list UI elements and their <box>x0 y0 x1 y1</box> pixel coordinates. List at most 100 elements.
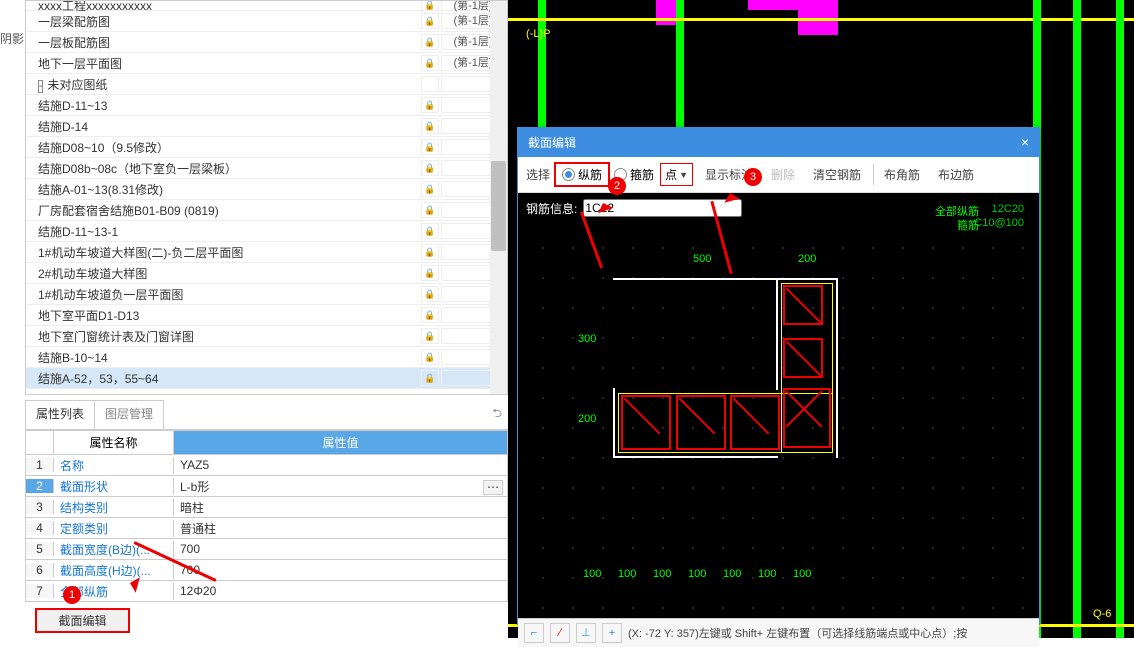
lock-icon[interactable] <box>421 181 439 197</box>
property-panel: 属性列表 图层管理 ⮌ 属性名称 属性值 1 名称 YAZ52 截面形状 L-b… <box>25 400 508 602</box>
scroll-thumb[interactable] <box>491 161 506 251</box>
status-text: (X: -72 Y: 357)左键或 Shift+ 左键布置（可选择线筋端点或中… <box>628 625 967 641</box>
prop-row[interactable]: 5 截面宽度(B边)(... 700 <box>25 539 508 560</box>
tree-row[interactable]: 结施B-10~14 <box>26 347 507 368</box>
row-num: 2 <box>26 479 54 493</box>
tree-row[interactable]: 结施D-14 <box>26 116 507 137</box>
tree-label: 结施D08~10（9.5修改） <box>30 139 421 156</box>
tree-row[interactable]: 1#机动车坡道大样图(二)-负二层平面图 <box>26 242 507 263</box>
toolbar-clear[interactable]: 清空钢筋 <box>807 164 867 185</box>
lock-icon[interactable] <box>421 13 439 29</box>
rebar-info-label: 钢筋信息: <box>526 200 577 217</box>
prop-value[interactable]: 暗柱 <box>174 499 507 516</box>
outline-vert <box>776 278 778 390</box>
tree-row[interactable]: 结施D08b~08c（地下室负一层梁板） <box>26 158 507 179</box>
tab-properties[interactable]: 属性列表 <box>25 400 95 429</box>
tree-row[interactable]: 地下室平面D1-D13 <box>26 305 507 326</box>
tree-label: 结施A-52，53，55~64 <box>30 370 421 387</box>
rebar-6[interactable] <box>730 395 780 450</box>
lock-icon[interactable] <box>421 328 439 344</box>
collapse-icon[interactable]: ⮌ <box>486 400 508 429</box>
prop-row[interactable]: 2 截面形状 L-b形⋯ <box>25 476 508 497</box>
tree-row[interactable]: 结施D-11~13 <box>26 95 507 116</box>
section-edit-button[interactable]: 截面编辑 <box>35 608 130 633</box>
sb-btn-1[interactable]: ⌐ <box>524 623 544 643</box>
section-canvas[interactable]: 500 200 300 200 100 100 100 100 100 100 … <box>518 223 1039 618</box>
tree-scrollbar[interactable] <box>490 1 507 394</box>
prop-row[interactable]: 7 全部纵筋 12Φ20 <box>25 581 508 602</box>
lock-icon[interactable] <box>421 34 439 50</box>
sb-btn-2[interactable]: ∕ <box>550 623 570 643</box>
axis-label-q6: Q-6 <box>1093 608 1111 620</box>
lock-icon[interactable] <box>421 265 439 281</box>
row-num: 7 <box>26 584 54 598</box>
lock-icon[interactable] <box>421 286 439 302</box>
lock-icon[interactable] <box>421 139 439 155</box>
prop-value[interactable]: 700 <box>174 563 507 577</box>
lock-icon[interactable] <box>421 307 439 323</box>
lock-icon[interactable] <box>421 370 439 386</box>
prop-row[interactable]: 3 结构类别 暗柱 <box>25 497 508 518</box>
close-icon[interactable]: × <box>1021 134 1029 151</box>
tree-row[interactable]: 一层板配筋图(第-1层) <box>26 32 507 53</box>
lock-icon[interactable] <box>421 55 439 71</box>
radio-longitudinal[interactable]: 纵筋 <box>562 166 602 183</box>
tree-row[interactable]: xxxx工程xxxxxxxxxxx(第-1层) <box>26 1 507 11</box>
prop-name: 截面宽度(B边)(... <box>54 541 174 558</box>
prop-value[interactable]: 700 <box>174 542 507 556</box>
sb-btn-4[interactable]: + <box>602 623 622 643</box>
lock-icon[interactable] <box>421 97 439 113</box>
prop-row[interactable]: 1 名称 YAZ5 <box>25 455 508 476</box>
tab-layers[interactable]: 图层管理 <box>94 400 164 429</box>
rebar-2[interactable] <box>783 338 823 378</box>
prop-row[interactable]: 6 截面高度(H边)(... 700 <box>25 560 508 581</box>
tree-row[interactable]: 2#机动车坡道大样图 <box>26 263 507 284</box>
annotation-badge-2: 2 <box>608 177 626 195</box>
lock-icon[interactable] <box>421 202 439 218</box>
tree-label: 一层梁配筋图 <box>30 13 421 30</box>
tree-row[interactable]: 地下室门窗统计表及门窗详图 <box>26 326 507 347</box>
tree-label: 结施D-11~13-1 <box>30 223 421 240</box>
prop-header-value: 属性值 <box>174 431 507 454</box>
tree-row[interactable]: -未对应图纸 <box>26 74 507 95</box>
tree-row[interactable]: 结施D-11~13-1 <box>26 221 507 242</box>
rebar-4[interactable] <box>621 395 671 450</box>
tree-label: 地下一层平面图 <box>30 55 421 72</box>
tree-row[interactable]: 地下一层平面图(第-1层) <box>26 53 507 74</box>
lock-icon[interactable] <box>421 349 439 365</box>
tree-row[interactable]: 结施A-52，53，55~64 <box>26 368 507 389</box>
dim-100f: 100 <box>758 568 776 580</box>
prop-value[interactable]: 12Φ20 <box>174 584 507 598</box>
lock-icon[interactable] <box>421 118 439 134</box>
tree-row[interactable]: 结施A-01~13(8.31修改) <box>26 179 507 200</box>
tree-label: 1#机动车坡道负一层平面图 <box>30 286 421 303</box>
prop-header-name: 属性名称 <box>54 431 174 454</box>
sb-btn-3[interactable]: ⊥ <box>576 623 596 643</box>
rebar-3[interactable] <box>783 388 831 448</box>
more-button[interactable]: ⋯ <box>483 480 503 495</box>
toolbar-corner-bar[interactable]: 布角筋 <box>873 164 926 185</box>
toolbar-select[interactable]: 选择 <box>526 166 550 183</box>
lock-icon[interactable] <box>421 244 439 260</box>
row-num: 3 <box>26 500 54 514</box>
prop-value[interactable]: 普通柱 <box>174 520 507 537</box>
point-dropdown[interactable]: 点▼ <box>660 163 693 186</box>
prop-row[interactable]: 4 定额类别 普通柱 <box>25 518 508 539</box>
rebar-5[interactable] <box>676 395 726 450</box>
expander-icon[interactable]: - <box>38 80 43 93</box>
toolbar-delete[interactable]: 删除 <box>765 164 801 185</box>
tree-row[interactable]: 结施D08~10（9.5修改） <box>26 137 507 158</box>
lock-icon[interactable] <box>421 160 439 176</box>
tree-row[interactable]: 1#机动车坡道负一层平面图 <box>26 284 507 305</box>
prop-value[interactable]: YAZ5 <box>174 458 507 472</box>
tree-row[interactable]: 一层梁配筋图(第-1层) <box>26 11 507 32</box>
dialog-toolbar: 选择 纵筋 箍筋 点▼ 显示标注 删除 清空钢筋 布角筋 布边筋 <box>518 157 1039 193</box>
rebar-1[interactable] <box>783 285 823 325</box>
tree-label: 结施D-14 <box>30 118 421 135</box>
toolbar-edge-bar[interactable]: 布边筋 <box>932 164 980 185</box>
prop-name: 截面高度(H边)(... <box>54 562 174 579</box>
lock-icon[interactable] <box>421 223 439 239</box>
tree-row[interactable]: 厂房配套宿舍结施B01-B09 (0819) <box>26 200 507 221</box>
prop-value[interactable]: L-b形⋯ <box>174 478 507 495</box>
tree-label: 地下室门窗统计表及门窗详图 <box>30 328 421 345</box>
